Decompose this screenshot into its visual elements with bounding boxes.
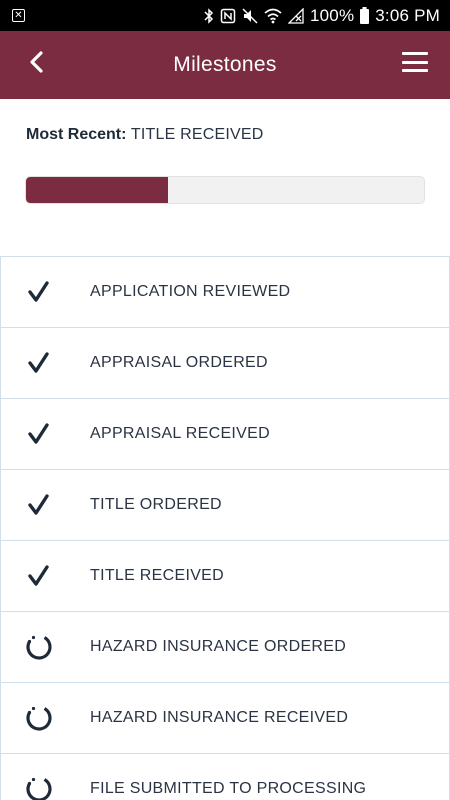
chevron-left-icon xyxy=(30,51,43,73)
milestone-label: HAZARD INSURANCE RECEIVED xyxy=(90,709,349,726)
milestone-item[interactable]: APPLICATION REVIEWED xyxy=(0,256,450,328)
most-recent-label: Most Recent: xyxy=(26,126,127,143)
mute-icon xyxy=(242,7,258,24)
pending-circle-icon xyxy=(25,775,53,800)
checkmark-icon xyxy=(25,420,53,448)
pending-circle-icon xyxy=(25,633,53,661)
checkmark-icon xyxy=(25,562,53,590)
milestone-label: TITLE ORDERED xyxy=(90,496,222,513)
status-right: 100% 3:06 PM xyxy=(204,6,440,26)
milestone-item[interactable]: APPRAISAL ORDERED xyxy=(0,328,450,399)
milestone-label: APPRAISAL RECEIVED xyxy=(90,425,270,442)
hamburger-menu-icon[interactable] xyxy=(400,49,430,75)
milestone-label: APPLICATION REVIEWED xyxy=(90,283,291,300)
progress-fill xyxy=(26,177,169,203)
checkmark-icon xyxy=(25,491,53,519)
back-button[interactable] xyxy=(22,47,52,77)
milestone-item[interactable]: TITLE ORDERED xyxy=(0,470,450,541)
milestone-label: APPRAISAL ORDERED xyxy=(90,354,268,371)
milestone-item[interactable]: HAZARD INSURANCE ORDERED xyxy=(0,612,450,683)
battery-icon xyxy=(360,7,370,24)
checkmark-icon xyxy=(25,349,53,377)
wifi-icon xyxy=(264,8,282,23)
status-bar: ✕ 100% 3:06 PM xyxy=(0,0,450,31)
battery-percent: 100% xyxy=(310,5,355,25)
milestone-item[interactable]: FILE SUBMITTED TO PROCESSING xyxy=(0,754,450,800)
page-title: Milestones xyxy=(173,53,277,76)
app-bar: Milestones xyxy=(0,31,450,99)
clock: 3:06 PM xyxy=(375,5,440,25)
milestone-label: FILE SUBMITTED TO PROCESSING xyxy=(90,780,367,797)
milestone-progress-bar xyxy=(25,176,425,204)
bluetooth-icon xyxy=(204,7,214,24)
most-recent-value: TITLE RECEIVED xyxy=(130,126,264,143)
most-recent: Most Recent: TITLE RECEIVED xyxy=(26,126,264,144)
no-signal-icon xyxy=(288,7,304,24)
status-left: ✕ xyxy=(12,9,25,22)
checkmark-icon xyxy=(25,278,53,306)
milestone-item[interactable]: APPRAISAL RECEIVED xyxy=(0,399,450,470)
milestone-item[interactable]: TITLE RECEIVED xyxy=(0,541,450,612)
milestone-label: HAZARD INSURANCE ORDERED xyxy=(90,638,347,655)
milestone-label: TITLE RECEIVED xyxy=(90,567,225,584)
pending-circle-icon xyxy=(25,704,53,732)
milestone-item[interactable]: HAZARD INSURANCE RECEIVED xyxy=(0,683,450,754)
nfc-icon xyxy=(220,8,236,23)
milestone-list: APPLICATION REVIEWED APPRAISAL ORDERED A… xyxy=(0,256,450,800)
close-box-icon: ✕ xyxy=(12,9,25,22)
